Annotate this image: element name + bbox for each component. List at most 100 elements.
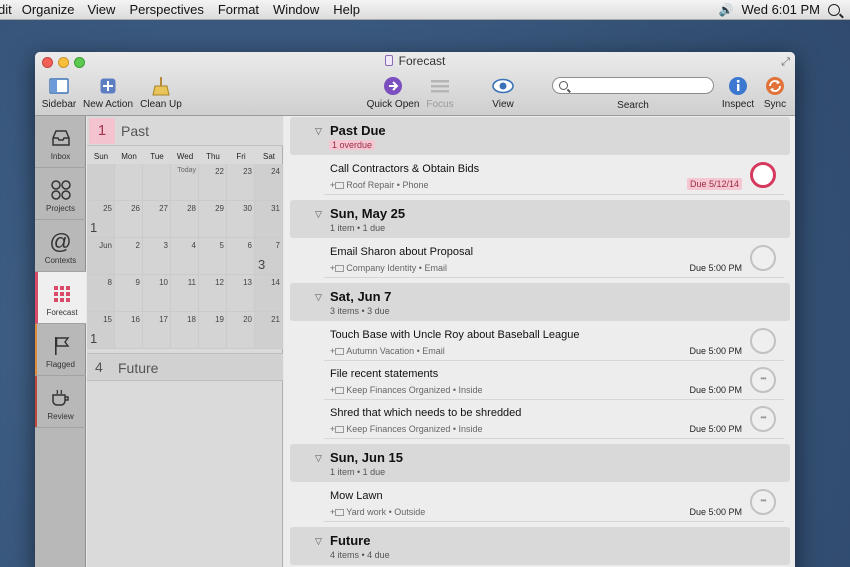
- task-row[interactable]: Shred that which needs to be shredded + Ke…: [324, 401, 784, 439]
- perspective-contexts[interactable]: @ Contexts: [35, 220, 86, 272]
- note-icon[interactable]: [335, 509, 345, 516]
- forecast-group-header[interactable]: ▽ Sat, Jun 7 3 items • 3 due: [290, 283, 790, 321]
- status-circle[interactable]: [750, 328, 776, 354]
- forecast-group-header[interactable]: ▽ Sun, May 25 1 item • 1 due: [290, 200, 790, 238]
- calendar-day[interactable]: 23: [227, 164, 255, 201]
- note-icon[interactable]: [335, 387, 345, 394]
- calendar-day[interactable]: 17: [143, 312, 171, 349]
- disclosure-triangle-icon[interactable]: ▽: [315, 536, 322, 547]
- task-name[interactable]: Shred that which needs to be shredded: [330, 407, 521, 419]
- calendar-day[interactable]: 12: [199, 275, 227, 312]
- calendar-day[interactable]: Today: [171, 164, 199, 201]
- calendar-day[interactable]: [143, 164, 171, 201]
- view-button[interactable]: View: [487, 76, 519, 110]
- calendar-day[interactable]: 5: [199, 238, 227, 275]
- spotlight-icon[interactable]: [828, 3, 840, 16]
- task-row[interactable]: Mow Lawn + Yard work • Outside Due 5:00 PM: [324, 484, 784, 522]
- task-row[interactable]: Email Sharon about Proposal + Company Iden…: [324, 240, 784, 278]
- quick-open-button[interactable]: Quick Open: [366, 76, 420, 110]
- menu-format[interactable]: Format: [218, 2, 273, 17]
- task-name[interactable]: Touch Base with Uncle Roy about Baseball…: [330, 329, 580, 341]
- calendar-day[interactable]: 3: [143, 238, 171, 275]
- calendar-day[interactable]: 27: [143, 201, 171, 238]
- calendar-day[interactable]: 73: [255, 238, 283, 275]
- calendar-day[interactable]: 20: [227, 312, 255, 349]
- calendar-day[interactable]: 11: [171, 275, 199, 312]
- menu-help[interactable]: Help: [333, 2, 370, 17]
- status-circle[interactable]: [750, 245, 776, 271]
- calendar-day[interactable]: 14: [255, 275, 283, 312]
- inspect-button[interactable]: Inspect: [721, 76, 755, 110]
- calendar-day[interactable]: 26: [115, 201, 143, 238]
- fullscreen-icon[interactable]: ⤢: [781, 56, 790, 69]
- task-name[interactable]: File recent statements: [330, 368, 438, 380]
- menu-organize[interactable]: Organize: [22, 2, 88, 17]
- day-number: 24: [271, 167, 280, 176]
- sidebar-button[interactable]: Sidebar: [41, 76, 77, 110]
- calendar-day[interactable]: 6: [227, 238, 255, 275]
- speaker-icon[interactable]: 🔊: [719, 3, 734, 17]
- disclosure-triangle-icon[interactable]: ▽: [315, 292, 322, 303]
- calendar-day[interactable]: 24: [255, 164, 283, 201]
- calendar-day[interactable]: 31: [255, 201, 283, 238]
- forecast-group-header[interactable]: ▽ Sun, Jun 15 1 item • 1 due: [290, 444, 790, 482]
- task-name[interactable]: Mow Lawn: [330, 490, 383, 502]
- note-icon[interactable]: [335, 348, 345, 355]
- menu-perspectives[interactable]: Perspectives: [129, 2, 217, 17]
- calendar-day[interactable]: 30: [227, 201, 255, 238]
- status-circle[interactable]: [750, 489, 776, 515]
- calendar-day[interactable]: 28: [171, 201, 199, 238]
- status-circle[interactable]: [750, 367, 776, 393]
- menu-window[interactable]: Window: [273, 2, 333, 17]
- search-input[interactable]: [552, 77, 714, 94]
- clock[interactable]: Wed 6:01 PM: [741, 2, 820, 17]
- disclosure-triangle-icon[interactable]: ▽: [315, 126, 322, 137]
- calendar-day[interactable]: 29: [199, 201, 227, 238]
- task-row[interactable]: Call Contractors & Obtain Bids + Roof Repa…: [324, 157, 784, 195]
- calendar-day[interactable]: 9: [115, 275, 143, 312]
- past-row[interactable]: 1 Past: [87, 116, 283, 146]
- calendar-day[interactable]: 25 1: [87, 201, 115, 238]
- group-title: Sun, Jun 15: [330, 450, 403, 465]
- calendar-day[interactable]: 4: [171, 238, 199, 275]
- sync-button[interactable]: Sync: [759, 76, 791, 110]
- status-circle[interactable]: [750, 406, 776, 432]
- perspective-inbox[interactable]: Inbox: [35, 116, 86, 168]
- future-row[interactable]: 4 Future: [87, 353, 283, 381]
- task-row[interactable]: Touch Base with Uncle Roy about Baseball…: [324, 323, 784, 361]
- menu-edit[interactable]: dit: [0, 2, 22, 17]
- calendar-day[interactable]: [115, 164, 143, 201]
- new-action-button[interactable]: New Action: [81, 76, 135, 110]
- calendar-day[interactable]: 13: [227, 275, 255, 312]
- perspective-projects[interactable]: Projects: [35, 168, 86, 220]
- calendar-day[interactable]: 2: [115, 238, 143, 275]
- calendar-day[interactable]: Jun: [87, 238, 115, 275]
- task-row[interactable]: File recent statements + Keep Finances Org…: [324, 362, 784, 400]
- disclosure-triangle-icon[interactable]: ▽: [315, 453, 322, 464]
- calendar-day[interactable]: 22: [199, 164, 227, 201]
- calendar-day[interactable]: [87, 164, 115, 201]
- clean-up-button[interactable]: Clean Up: [139, 76, 183, 110]
- task-name[interactable]: Call Contractors & Obtain Bids: [330, 163, 479, 175]
- perspective-forecast[interactable]: Forecast: [35, 272, 86, 324]
- perspective-review[interactable]: Review: [35, 376, 86, 428]
- forecast-list: ▽ Past Due 1 overdue Call Contractors & Obt…: [284, 116, 795, 567]
- task-name[interactable]: Email Sharon about Proposal: [330, 246, 473, 258]
- note-icon[interactable]: [335, 265, 345, 272]
- menu-view[interactable]: View: [87, 2, 129, 17]
- calendar-day[interactable]: 15 1: [87, 312, 115, 349]
- calendar-day[interactable]: 16: [115, 312, 143, 349]
- note-icon[interactable]: [335, 426, 345, 433]
- calendar-day[interactable]: 18: [171, 312, 199, 349]
- calendar-day[interactable]: 8: [87, 275, 115, 312]
- disclosure-triangle-icon[interactable]: ▽: [315, 209, 322, 220]
- forecast-group-header[interactable]: ▽ Future 4 items • 4 due: [290, 527, 790, 565]
- forecast-group-header[interactable]: ▽ Past Due 1 overdue: [290, 117, 790, 155]
- focus-button[interactable]: Focus: [423, 76, 457, 110]
- note-icon[interactable]: [335, 182, 345, 189]
- calendar-day[interactable]: 21: [255, 312, 283, 349]
- calendar-day[interactable]: 10: [143, 275, 171, 312]
- status-circle[interactable]: [750, 162, 776, 188]
- perspective-flagged[interactable]: Flagged: [35, 324, 86, 376]
- calendar-day[interactable]: 19: [199, 312, 227, 349]
